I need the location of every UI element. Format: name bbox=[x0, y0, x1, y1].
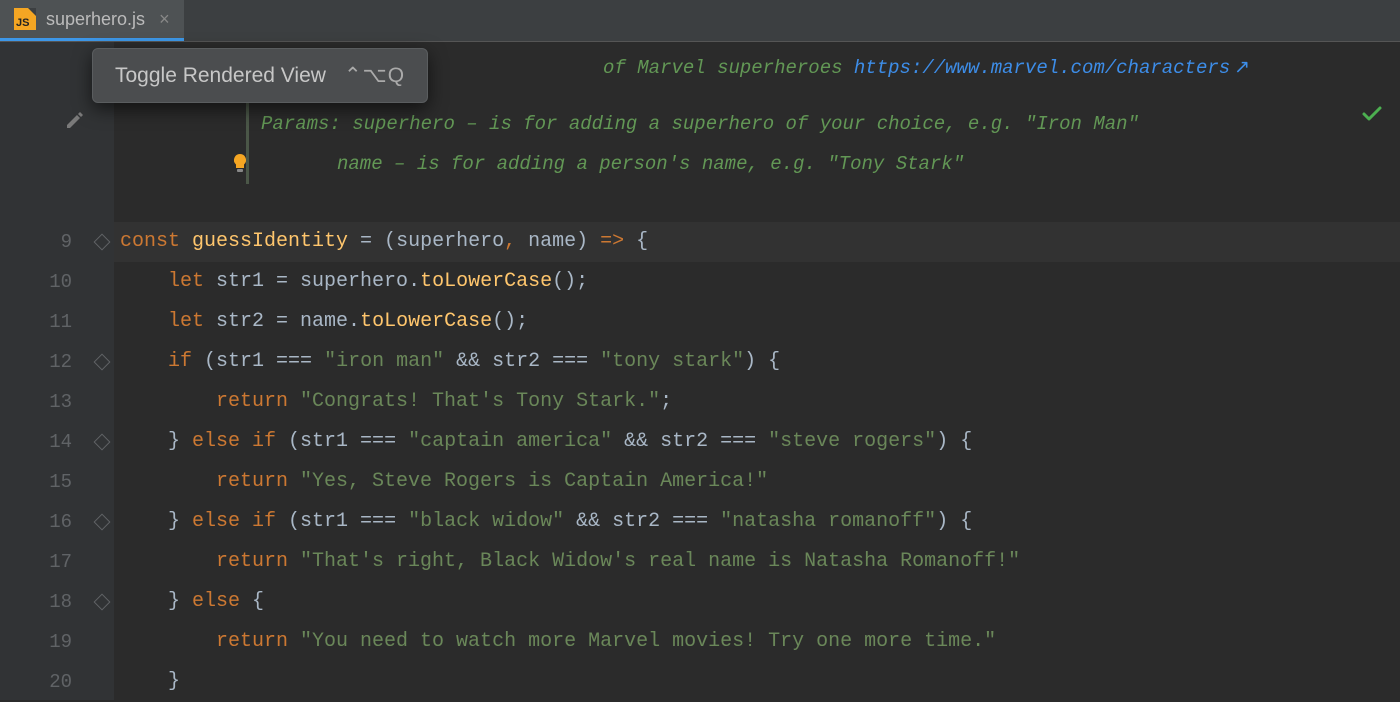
fold-marker-icon[interactable] bbox=[94, 514, 111, 531]
code-line[interactable]: const guessIdentity = (superhero, name) … bbox=[114, 222, 1400, 262]
action-tooltip[interactable]: Toggle Rendered View ⌃⌥Q bbox=[92, 48, 428, 103]
jsdoc-param: name – is for adding a person's name, e.… bbox=[337, 153, 964, 175]
fold-marker-icon[interactable] bbox=[94, 594, 111, 611]
line-number: 18 bbox=[0, 582, 72, 622]
code-line[interactable]: return "That's right, Black Widow's real… bbox=[114, 542, 1400, 582]
close-tab-icon[interactable]: × bbox=[159, 9, 170, 30]
jsdoc-param: superhero – is for adding a superhero of… bbox=[341, 113, 1139, 135]
code-line[interactable]: let str2 = name.toLowerCase(); bbox=[114, 302, 1400, 342]
intention-bulb-icon[interactable] bbox=[231, 153, 249, 175]
code-line[interactable]: return "Congrats! That's Tony Stark."; bbox=[114, 382, 1400, 422]
code-area[interactable]: xxxxxxxxxxxxxxxxxxxxxxxxxxxxx of Marvel … bbox=[114, 42, 1400, 700]
editor[interactable]: 9 10 11 12 13 14 15 16 17 18 19 20 xxxxx… bbox=[0, 42, 1400, 700]
line-number: 10 bbox=[0, 262, 72, 302]
line-number: 19 bbox=[0, 622, 72, 662]
inspection-ok-icon[interactable] bbox=[1360, 102, 1384, 134]
jsdoc-params-label: Params: bbox=[261, 113, 341, 135]
tooltip-shortcut: ⌃⌥Q bbox=[344, 63, 405, 88]
code-line[interactable]: return "Yes, Steve Rogers is Captain Ame… bbox=[114, 462, 1400, 502]
code-line[interactable]: } else if (str1 === "black widow" && str… bbox=[114, 502, 1400, 542]
fold-marker-icon[interactable] bbox=[94, 434, 111, 451]
line-number: 12 bbox=[0, 342, 72, 382]
line-number: 20 bbox=[0, 662, 72, 702]
line-number: 9 bbox=[0, 222, 72, 262]
toggle-render-gutter-icon[interactable] bbox=[64, 109, 86, 136]
code-line[interactable]: } else if (str1 === "captain america" &&… bbox=[114, 422, 1400, 462]
file-tab[interactable]: JS superhero.js × bbox=[0, 0, 184, 41]
line-number: 14 bbox=[0, 422, 72, 462]
tab-bar: JS superhero.js × bbox=[0, 0, 1400, 42]
line-number: 13 bbox=[0, 382, 72, 422]
tooltip-label: Toggle Rendered View bbox=[115, 64, 326, 88]
fold-marker-icon[interactable] bbox=[94, 354, 111, 371]
line-number: 16 bbox=[0, 502, 72, 542]
line-number: 11 bbox=[0, 302, 72, 342]
tab-filename: superhero.js bbox=[46, 9, 145, 30]
code-line[interactable]: let str1 = superhero.toLowerCase(); bbox=[114, 262, 1400, 302]
line-number: 17 bbox=[0, 542, 72, 582]
code-line[interactable]: } bbox=[114, 662, 1400, 702]
line-number: 15 bbox=[0, 462, 72, 502]
line-number-gutter: 9 10 11 12 13 14 15 16 17 18 19 20 bbox=[0, 42, 90, 700]
external-link-icon: ↗ bbox=[1234, 57, 1250, 79]
fold-marker-icon[interactable] bbox=[94, 234, 111, 251]
jsdoc-link[interactable]: https://www.marvel.com/characters bbox=[854, 57, 1230, 79]
fold-column bbox=[90, 42, 114, 700]
code-line[interactable]: } else { bbox=[114, 582, 1400, 622]
code-line[interactable]: return "You need to watch more Marvel mo… bbox=[114, 622, 1400, 662]
code-line[interactable]: if (str1 === "iron man" && str2 === "ton… bbox=[114, 342, 1400, 382]
js-file-icon: JS bbox=[14, 8, 36, 30]
